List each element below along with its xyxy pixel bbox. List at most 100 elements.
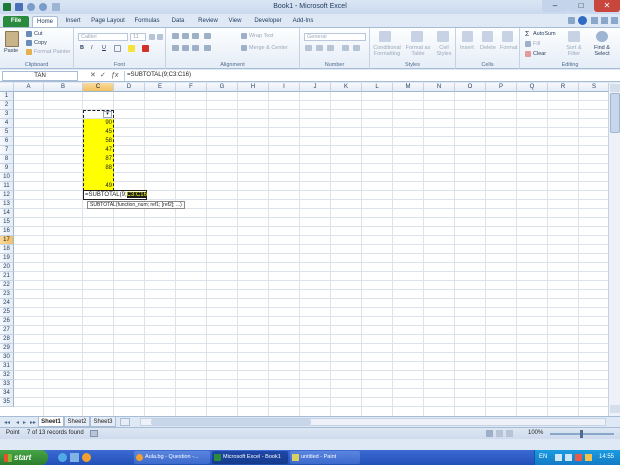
column-header-m[interactable]: M bbox=[393, 83, 424, 92]
row-header-21[interactable]: 21 bbox=[0, 272, 14, 281]
row-header-18[interactable]: 18 bbox=[0, 245, 14, 254]
column-header-g[interactable]: G bbox=[207, 83, 238, 92]
maximize-button[interactable]: □ bbox=[568, 0, 594, 12]
row-header-9[interactable]: 9 bbox=[0, 164, 14, 173]
tab-formulas[interactable]: Formulas bbox=[132, 16, 162, 27]
tray-update-icon[interactable] bbox=[585, 454, 592, 461]
copy-button[interactable]: Copy bbox=[34, 40, 47, 46]
column-header-a[interactable]: A bbox=[14, 83, 44, 92]
tab-insert[interactable]: Insert bbox=[60, 16, 86, 27]
row-header-10[interactable]: 10 bbox=[0, 173, 14, 182]
align-right-icon[interactable] bbox=[192, 45, 199, 51]
row-header-6[interactable]: 6 bbox=[0, 137, 14, 146]
formula-input[interactable]: =SUBTOTAL(9;C3:C16) bbox=[124, 71, 614, 81]
column-header-q[interactable]: Q bbox=[517, 83, 548, 92]
row-header-31[interactable]: 31 bbox=[0, 362, 14, 371]
shrink-font-icon[interactable] bbox=[157, 34, 163, 40]
column-header-c[interactable]: C bbox=[83, 83, 114, 92]
fill-button[interactable]: Fill bbox=[533, 41, 540, 47]
conditional-formatting-button[interactable]: Conditional Formatting bbox=[372, 45, 402, 57]
active-cell-editor[interactable]: =SUBTOTAL(9;C3:C16 bbox=[83, 190, 147, 200]
align-left-icon[interactable] bbox=[172, 45, 179, 51]
ribbon-restore-window-icon[interactable] bbox=[601, 17, 608, 24]
row-header-3[interactable]: 3 bbox=[0, 110, 14, 119]
first-sheet-icon[interactable]: ◂◂ bbox=[4, 419, 10, 426]
task-excel[interactable]: Microsoft Excel - Book1 bbox=[212, 451, 288, 464]
percent-icon[interactable] bbox=[316, 45, 323, 51]
column-header-b[interactable]: B bbox=[44, 83, 83, 92]
row-header-7[interactable]: 7 bbox=[0, 146, 14, 155]
zoom-slider-thumb[interactable] bbox=[580, 430, 583, 438]
column-header-e[interactable]: E bbox=[145, 83, 176, 92]
row-header-24[interactable]: 24 bbox=[0, 299, 14, 308]
row-header-30[interactable]: 30 bbox=[0, 353, 14, 362]
row-header-25[interactable]: 25 bbox=[0, 308, 14, 317]
font-name-combo[interactable]: Calibri bbox=[78, 33, 128, 41]
autosum-button[interactable]: AutoSum bbox=[533, 31, 556, 37]
row-header-20[interactable]: 20 bbox=[0, 263, 14, 272]
enter-icon[interactable]: ✓ bbox=[100, 71, 106, 81]
column-header-o[interactable]: O bbox=[455, 83, 486, 92]
bold-button[interactable]: B bbox=[80, 45, 84, 51]
cell-c12[interactable]: 47 bbox=[83, 146, 114, 155]
page-layout-view-icon[interactable] bbox=[496, 430, 503, 437]
sheet-tab-sheet2[interactable]: Sheet2 bbox=[64, 417, 90, 427]
align-bottom-icon[interactable] bbox=[192, 33, 199, 39]
tray-network-icon[interactable] bbox=[555, 454, 562, 461]
cell-c10[interactable]: 45 bbox=[83, 128, 114, 137]
tab-file[interactable]: File bbox=[3, 16, 29, 27]
delete-cells-button[interactable]: Delete bbox=[480, 45, 496, 51]
prev-sheet-icon[interactable]: ◂ bbox=[16, 419, 19, 426]
close-button[interactable]: ✕ bbox=[594, 0, 620, 12]
cell-c14[interactable]: 88 bbox=[83, 164, 114, 173]
row-header-11[interactable]: 11 bbox=[0, 182, 14, 191]
find-select-button[interactable]: Find & Select bbox=[588, 45, 616, 57]
orientation-icon[interactable] bbox=[204, 33, 211, 39]
insert-sheet-icon[interactable] bbox=[120, 418, 130, 426]
row-header-27[interactable]: 27 bbox=[0, 326, 14, 335]
column-header-p[interactable]: P bbox=[486, 83, 517, 92]
row-header-29[interactable]: 29 bbox=[0, 344, 14, 353]
number-format-combo[interactable]: General bbox=[304, 33, 366, 41]
column-header-j[interactable]: J bbox=[300, 83, 331, 92]
sheet-tab-sheet1[interactable]: Sheet1 bbox=[38, 417, 64, 427]
cell-styles-button[interactable]: Cell Styles bbox=[434, 45, 454, 57]
clock[interactable]: 14:55 bbox=[599, 450, 614, 465]
row-header-4[interactable]: 4 bbox=[0, 119, 14, 128]
page-break-view-icon[interactable] bbox=[506, 430, 513, 437]
column-header-r[interactable]: R bbox=[548, 83, 579, 92]
merge-center-button[interactable]: Merge & Center bbox=[249, 45, 288, 51]
ribbon-minimize-window-icon[interactable] bbox=[591, 17, 598, 24]
normal-view-icon[interactable] bbox=[486, 430, 493, 437]
format-as-table-button[interactable]: Format as Table bbox=[405, 45, 431, 57]
font-color-icon[interactable] bbox=[142, 45, 149, 52]
paste-button[interactable]: Paste bbox=[4, 48, 18, 54]
format-cells-button[interactable]: Format bbox=[500, 45, 517, 51]
vertical-scrollbar[interactable] bbox=[608, 83, 620, 416]
row-header-34[interactable]: 34 bbox=[0, 389, 14, 398]
tray-security-icon[interactable] bbox=[575, 454, 582, 461]
row-header-1[interactable]: 1 bbox=[0, 92, 14, 101]
cut-button[interactable]: Cut bbox=[34, 31, 43, 37]
align-top-icon[interactable] bbox=[172, 33, 179, 39]
minimize-ribbon-icon[interactable] bbox=[568, 17, 575, 24]
clear-button[interactable]: Clear bbox=[533, 51, 546, 57]
tab-page-layout[interactable]: Page Layout bbox=[88, 16, 128, 27]
ribbon-close-window-icon[interactable] bbox=[611, 17, 618, 24]
quick-launch-media-icon[interactable] bbox=[82, 453, 91, 462]
grow-font-icon[interactable] bbox=[149, 34, 155, 40]
insert-cells-button[interactable]: Insert bbox=[460, 45, 474, 51]
task-browser[interactable]: Aula.bg - Question -... bbox=[134, 451, 210, 464]
tab-data[interactable]: Data bbox=[166, 16, 190, 27]
worksheet-grid[interactable]: ABCDEFGHIJKLMNOPQRS 1 2 3 4 5 6 7 8 9 10 11 12 13 14 1… bbox=[0, 83, 608, 416]
column-header-h[interactable]: H bbox=[238, 83, 269, 92]
fill-color-icon[interactable] bbox=[128, 45, 135, 52]
increase-decimal-icon[interactable] bbox=[342, 45, 349, 51]
sort-filter-button[interactable]: Sort & Filter bbox=[562, 45, 586, 57]
row-header-8[interactable]: 8 bbox=[0, 155, 14, 164]
row-header-14[interactable]: 14 bbox=[0, 209, 14, 218]
scroll-down-icon[interactable] bbox=[610, 405, 620, 413]
sheet-tab-sheet3[interactable]: Sheet3 bbox=[90, 417, 116, 427]
align-center-icon[interactable] bbox=[182, 45, 189, 51]
name-box[interactable]: TAN bbox=[2, 71, 78, 81]
